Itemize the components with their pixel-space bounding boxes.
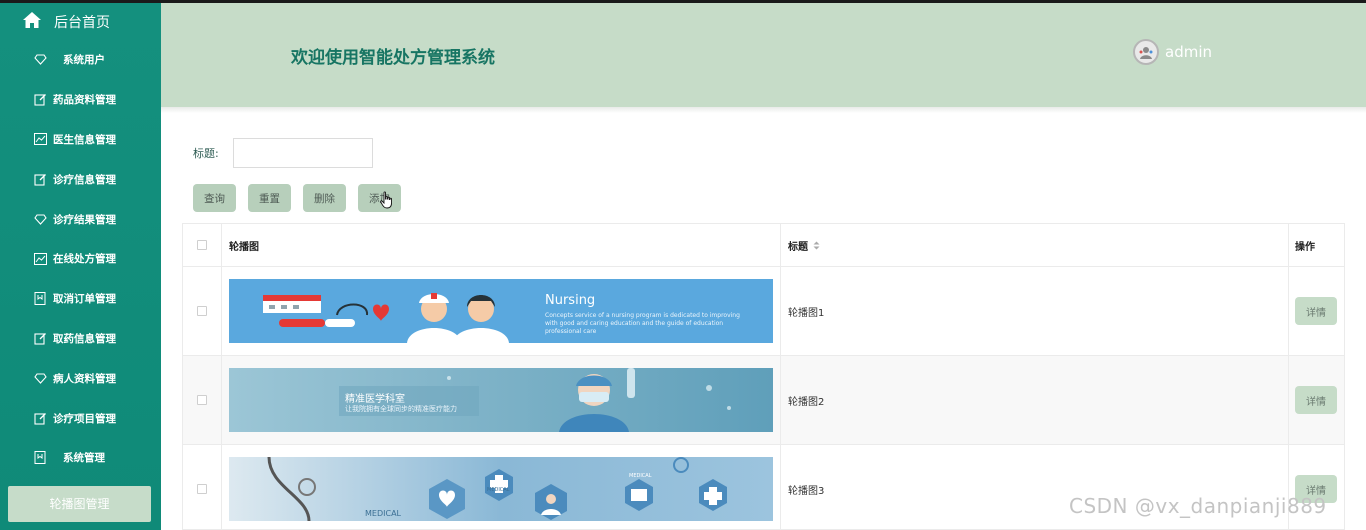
- row-action-cell: 详情: [1289, 267, 1344, 355]
- chart-icon: [33, 132, 47, 146]
- top-header: 欢迎使用智能处方管理系统 admin: [161, 3, 1366, 107]
- sidebar-item-system-management[interactable]: 系统管理: [0, 438, 161, 478]
- hand-cursor-icon: [380, 191, 394, 213]
- column-header-image: 轮播图: [222, 224, 781, 266]
- sidebar-item-diagnosis-result[interactable]: 诊疗结果管理: [0, 199, 161, 239]
- sidebar-home[interactable]: 后台首页: [0, 3, 161, 40]
- edit-icon: [33, 93, 47, 107]
- banner-image-nursing: Nursing Concepts service of a nursing pr…: [229, 279, 773, 343]
- banner-heading: Nursing: [545, 293, 596, 308]
- banner-caption: MEDICAL: [629, 473, 652, 479]
- row-image-cell: Nursing Concepts service of a nursing pr…: [222, 267, 781, 355]
- edit-icon: [33, 411, 47, 425]
- sidebar-item-label: 诊疗结果管理: [53, 213, 116, 226]
- sidebar-item-diagnosis-items[interactable]: 诊疗项目管理: [0, 398, 161, 438]
- sidebar-item-label: 系统管理: [63, 452, 105, 465]
- banner-caption: MEDICAL: [487, 487, 510, 493]
- sidebar-item-label: 取消订单管理: [53, 293, 116, 306]
- banner-image-precision-medicine: 精准医学科室 让我院拥有全球同步的精准医疗能力: [229, 368, 773, 432]
- sidebar-item-label: 在线处方管理: [53, 253, 116, 266]
- query-button[interactable]: 查询: [193, 184, 236, 212]
- sidebar-item-diagnosis-info[interactable]: 诊疗信息管理: [0, 159, 161, 199]
- sidebar-item-online-prescription[interactable]: 在线处方管理: [0, 239, 161, 279]
- banner-image-medical: MEDICAL MEDICAL MEDICAL: [229, 457, 773, 521]
- sidebar-item-label: 系统用户: [63, 54, 105, 67]
- sidebar-item-pickup-info[interactable]: 取药信息管理: [0, 319, 161, 359]
- table-header-row: 轮播图 标题 操作: [183, 224, 1344, 267]
- sidebar-home-label: 后台首页: [54, 14, 110, 31]
- delete-button[interactable]: 删除: [303, 184, 346, 212]
- banner-heading: 精准医学科室: [345, 394, 405, 405]
- sidebar-item-label: 药品资料管理: [53, 94, 116, 107]
- sidebar-subitem-carousel[interactable]: 轮播图管理: [8, 485, 151, 522]
- sidebar: 后台首页 系统用户 药品资料管理 医生信息管理 诊疗信息管理 诊疗结果管理 在线…: [0, 3, 161, 530]
- banner-caption: 让我院拥有全球同步的精准医疗能力: [345, 405, 457, 413]
- banner-heading: MEDICAL: [365, 509, 401, 518]
- sidebar-item-system-users[interactable]: 系统用户: [0, 40, 161, 80]
- diamond-icon: [33, 371, 47, 385]
- app-root: 后台首页 系统用户 药品资料管理 医生信息管理 诊疗信息管理 诊疗结果管理 在线…: [0, 0, 1366, 530]
- row-checkbox[interactable]: [197, 395, 207, 405]
- sidebar-item-cancel-orders[interactable]: 取消订单管理: [0, 279, 161, 319]
- table-row: Nursing Concepts service of a nursing pr…: [183, 267, 1344, 356]
- row-checkbox[interactable]: [197, 306, 207, 316]
- banner-caption: professional care: [545, 328, 597, 335]
- row-checkbox-cell: [183, 356, 222, 444]
- banner-caption: Concepts service of a nursing program is…: [545, 312, 740, 319]
- chart-icon: [33, 252, 47, 266]
- reset-button[interactable]: 重置: [248, 184, 291, 212]
- column-header-actions: 操作: [1295, 241, 1315, 253]
- row-checkbox-cell: [183, 267, 222, 355]
- diamond-icon: [33, 53, 47, 67]
- banner-caption: with good and caring education and the g…: [545, 320, 724, 327]
- carousel-table: 轮播图 标题 操作 Nursing Concepts service of a …: [182, 223, 1345, 530]
- column-header-title[interactable]: 标题: [781, 224, 1289, 266]
- sidebar-item-label: 诊疗信息管理: [53, 173, 116, 186]
- toolbar: 查询 重置 删除 添加: [193, 184, 401, 212]
- sidebar-item-label: 医生信息管理: [53, 133, 116, 146]
- select-all-checkbox[interactable]: [197, 240, 207, 250]
- sidebar-item-drug-data[interactable]: 药品资料管理: [0, 80, 161, 120]
- bookmark-icon: [33, 451, 47, 465]
- row-image-cell: MEDICAL MEDICAL MEDICAL: [222, 445, 781, 529]
- detail-button[interactable]: 详情: [1295, 386, 1337, 414]
- title-search-input[interactable]: [232, 138, 373, 168]
- user-name: admin: [1165, 43, 1212, 61]
- edit-icon: [33, 172, 47, 186]
- sidebar-item-label: 病人资料管理: [53, 372, 116, 385]
- sidebar-item-label: 取药信息管理: [53, 332, 116, 345]
- avatar: [1133, 39, 1159, 65]
- sidebar-item-patient-data[interactable]: 病人资料管理: [0, 358, 161, 398]
- row-checkbox-cell: [183, 445, 222, 529]
- row-action-cell: 详情: [1289, 356, 1344, 444]
- watermark: CSDN @vx_danpianji889: [1069, 494, 1327, 518]
- header-checkbox-cell: [183, 224, 222, 266]
- column-header-title-label: 标题: [788, 241, 808, 253]
- detail-button[interactable]: 详情: [1295, 297, 1337, 325]
- row-title-cell: 轮播图2: [781, 356, 1289, 444]
- home-icon: [22, 11, 42, 33]
- page-title: 欢迎使用智能处方管理系统: [291, 48, 495, 68]
- sort-icon[interactable]: [813, 241, 820, 250]
- bookmark-icon: [33, 292, 47, 306]
- user-menu[interactable]: admin: [1133, 39, 1212, 65]
- row-image-cell: 精准医学科室 让我院拥有全球同步的精准医疗能力: [222, 356, 781, 444]
- header-divider: [161, 107, 1366, 113]
- diamond-icon: [33, 212, 47, 226]
- row-checkbox[interactable]: [197, 484, 207, 494]
- sidebar-item-doctor-info[interactable]: 医生信息管理: [0, 120, 161, 160]
- edit-icon: [33, 331, 47, 345]
- row-title-cell: 轮播图1: [781, 267, 1289, 355]
- search-form: 标题:: [193, 138, 373, 168]
- table-row: 精准医学科室 让我院拥有全球同步的精准医疗能力 轮播图2 详情: [183, 356, 1344, 445]
- search-label: 标题:: [193, 147, 219, 160]
- sidebar-item-label: 诊疗项目管理: [53, 412, 116, 425]
